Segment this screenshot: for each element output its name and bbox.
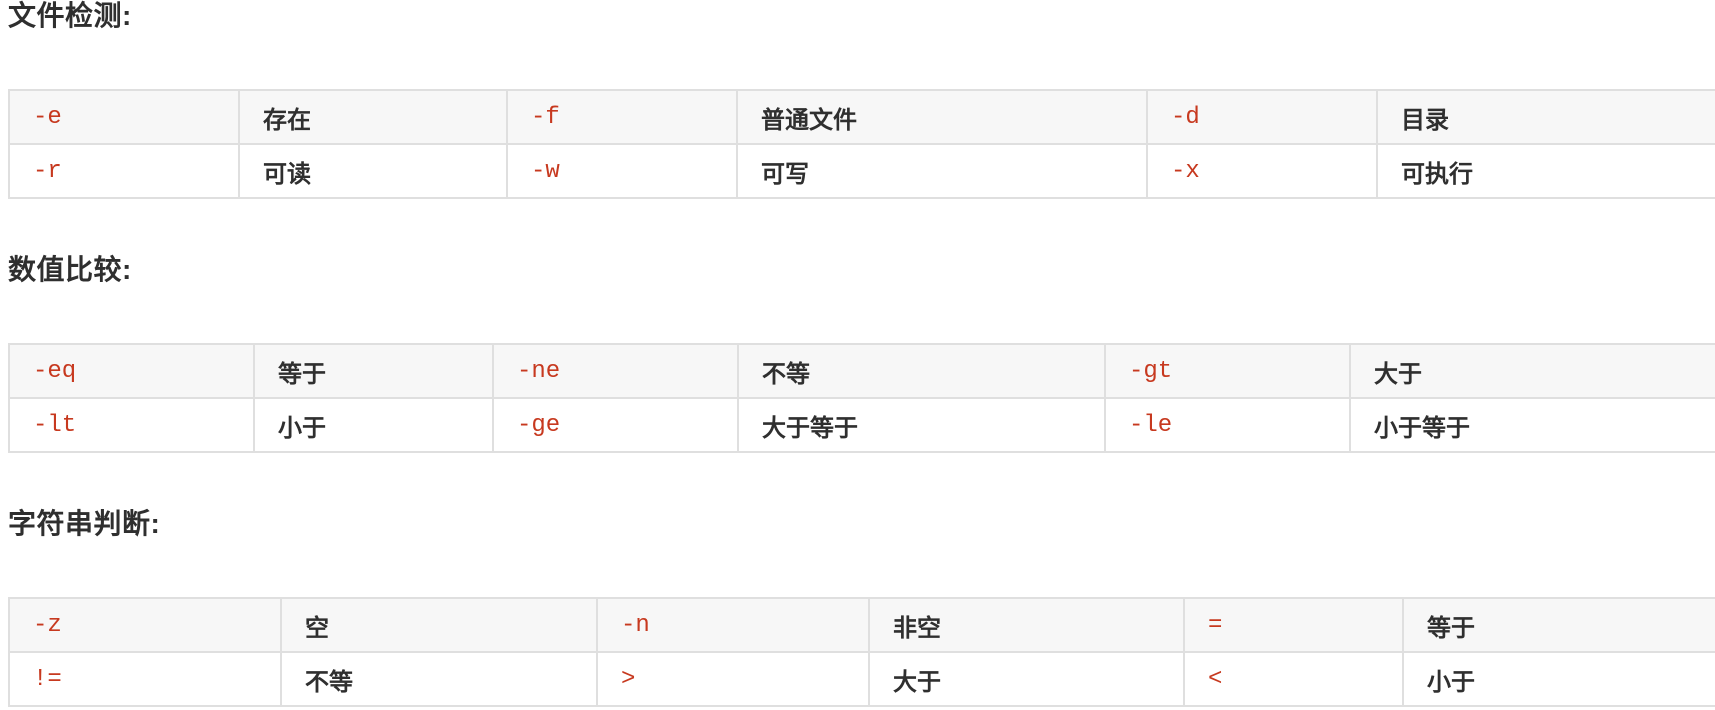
operator-cell: -z	[8, 597, 282, 653]
operator-cell: !=	[8, 651, 282, 707]
table-row: -eq 等于 -ne 不等 -gt 大于	[8, 343, 1715, 399]
section-title-file-test: 文件检测:	[8, 0, 132, 31]
meaning-cell: 小于等于	[1349, 397, 1715, 453]
table-row: -z 空 -n 非空 = 等于	[8, 597, 1715, 653]
operator-cell: -gt	[1104, 343, 1351, 399]
meaning-cell: 非空	[868, 597, 1185, 653]
operator-cell: -e	[8, 89, 240, 145]
operator-cell: -eq	[8, 343, 255, 399]
table-row: != 不等 > 大于 < 小于	[8, 651, 1715, 707]
numeric-compare-table: -eq 等于 -ne 不等 -gt 大于 -lt 小于 -ge 大于等于 -le…	[8, 343, 1715, 453]
meaning-cell: 可读	[238, 143, 508, 199]
operator-cell: -ge	[492, 397, 739, 453]
meaning-cell: 普通文件	[736, 89, 1148, 145]
meaning-cell: 大于	[868, 651, 1185, 707]
operator-cell: >	[596, 651, 870, 707]
operator-cell: -d	[1146, 89, 1378, 145]
operator-cell: <	[1183, 651, 1404, 707]
operator-cell: -w	[506, 143, 738, 199]
operator-cell: -n	[596, 597, 870, 653]
table-row: -e 存在 -f 普通文件 -d 目录	[8, 89, 1715, 145]
meaning-cell: 小于	[1402, 651, 1715, 707]
meaning-cell: 可写	[736, 143, 1148, 199]
meaning-cell: 存在	[238, 89, 508, 145]
meaning-cell: 不等	[737, 343, 1106, 399]
operator-cell: -le	[1104, 397, 1351, 453]
meaning-cell: 小于	[253, 397, 494, 453]
table-row: -r 可读 -w 可写 -x 可执行	[8, 143, 1715, 199]
meaning-cell: 等于	[253, 343, 494, 399]
meaning-cell: 可执行	[1376, 143, 1715, 199]
table-row: -lt 小于 -ge 大于等于 -le 小于等于	[8, 397, 1715, 453]
operator-cell: -ne	[492, 343, 739, 399]
operator-cell: -r	[8, 143, 240, 199]
meaning-cell: 不等	[280, 651, 598, 707]
meaning-cell: 等于	[1402, 597, 1715, 653]
operator-cell: -f	[506, 89, 738, 145]
meaning-cell: 空	[280, 597, 598, 653]
section-title-string-test: 字符串判断:	[8, 508, 161, 539]
operator-cell: =	[1183, 597, 1404, 653]
meaning-cell: 目录	[1376, 89, 1715, 145]
meaning-cell: 大于	[1349, 343, 1715, 399]
section-title-numeric-compare: 数值比较:	[8, 254, 132, 285]
operator-cell: -x	[1146, 143, 1378, 199]
file-test-table: -e 存在 -f 普通文件 -d 目录 -r 可读 -w 可写 -x 可执行	[8, 89, 1715, 199]
operator-cell: -lt	[8, 397, 255, 453]
string-test-table: -z 空 -n 非空 = 等于 != 不等 > 大于 < 小于	[8, 597, 1715, 707]
meaning-cell: 大于等于	[737, 397, 1106, 453]
